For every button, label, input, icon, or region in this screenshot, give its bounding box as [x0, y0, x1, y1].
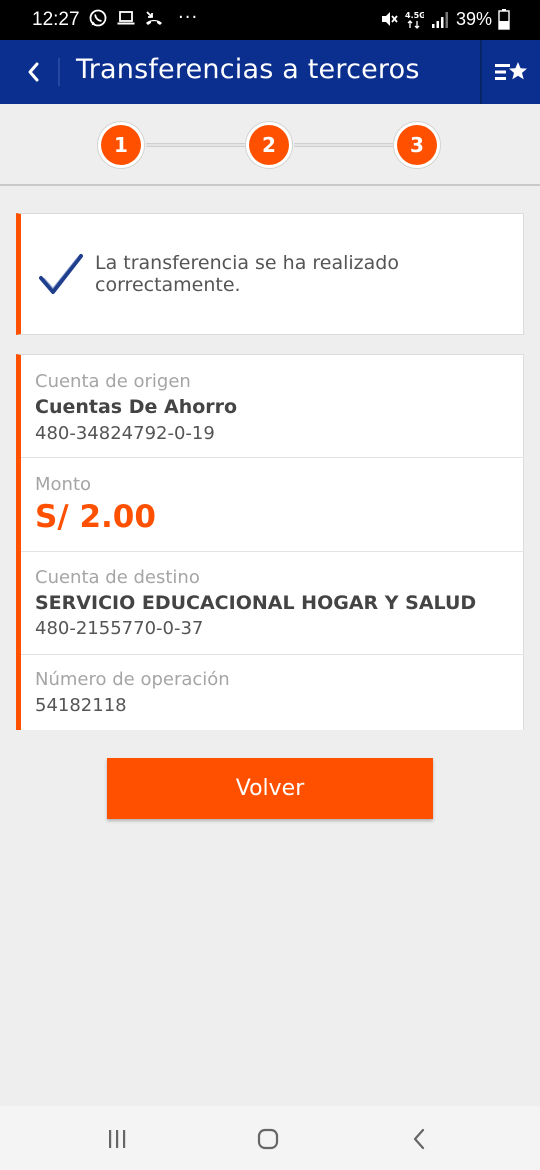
whatsapp-icon — [89, 9, 107, 27]
step-3: 3 — [393, 121, 441, 169]
laptop-icon — [117, 11, 135, 25]
checkmark-icon — [39, 254, 83, 294]
svg-text:4.5G: 4.5G — [405, 11, 424, 20]
home-button[interactable] — [253, 1126, 283, 1152]
status-bar: 12:27 ··· 4.5G 39% — [0, 0, 540, 40]
battery-icon — [498, 9, 510, 30]
status-icons-right: 4.5G 39% — [380, 8, 510, 30]
origin-label: Cuenta de origen — [35, 371, 191, 392]
destination-account-name: SERVICIO EDUCACIONAL HOGAR Y SALUD — [35, 592, 477, 614]
favorites-button[interactable] — [480, 40, 540, 104]
system-nav-bar — [0, 1106, 540, 1170]
home-icon — [257, 1128, 279, 1150]
back-button[interactable] — [18, 54, 48, 90]
page-title: Transferencias a terceros — [76, 54, 420, 85]
operation-label: Número de operación — [35, 669, 230, 690]
destination-account-section: Cuenta de destino SERVICIO EDUCACIONAL H… — [21, 552, 524, 655]
recent-apps-icon — [109, 1130, 126, 1148]
success-message: La transferencia se ha realizado correct… — [95, 252, 399, 296]
signal-4g-icon: 4.5G — [405, 11, 424, 29]
chevron-left-icon — [28, 62, 39, 82]
status-icons-left: ··· — [88, 8, 198, 28]
operation-number-section: Número de operación 54182118 — [21, 655, 524, 731]
step-number: 3 — [397, 125, 437, 165]
app-header: Transferencias a terceros — [0, 40, 540, 104]
amount-value: S/ 2.00 — [35, 499, 156, 535]
signal-bars-icon — [431, 12, 448, 28]
transfer-details: Cuenta de origen Cuentas De Ahorro 480-3… — [16, 354, 524, 730]
destination-label: Cuenta de destino — [35, 567, 200, 588]
step-2: 2 — [245, 121, 293, 169]
step-connector — [294, 143, 394, 147]
success-card: La transferencia se ha realizado correct… — [16, 213, 524, 335]
step-connector — [146, 143, 246, 147]
origin-account-name: Cuentas De Ahorro — [35, 396, 238, 418]
amount-label: Monto — [35, 474, 92, 495]
recent-apps-button[interactable] — [102, 1126, 132, 1152]
step-1: 1 — [97, 121, 145, 169]
status-time: 12:27 — [32, 9, 80, 30]
destination-account-number: 480-2155770-0-37 — [35, 618, 204, 639]
list-star-icon — [495, 62, 527, 80]
mute-icon — [381, 12, 398, 26]
back-to-start-button[interactable]: Volver — [107, 758, 433, 819]
operation-number: 54182118 — [35, 695, 127, 716]
back-icon — [413, 1128, 425, 1150]
progress-stepper: 1 2 3 — [0, 104, 540, 186]
step-number: 1 — [101, 125, 141, 165]
missed-call-icon — [146, 11, 162, 25]
header-divider — [58, 58, 60, 86]
system-back-button[interactable] — [404, 1126, 434, 1152]
overflow-dots: ··· — [178, 7, 199, 28]
origin-account-number: 480-34824792-0-19 — [35, 423, 215, 444]
step-number: 2 — [249, 125, 289, 165]
battery-percent: 39% — [455, 8, 492, 29]
origin-account-section: Cuenta de origen Cuentas De Ahorro 480-3… — [21, 355, 524, 458]
amount-section: Monto S/ 2.00 — [21, 458, 524, 552]
